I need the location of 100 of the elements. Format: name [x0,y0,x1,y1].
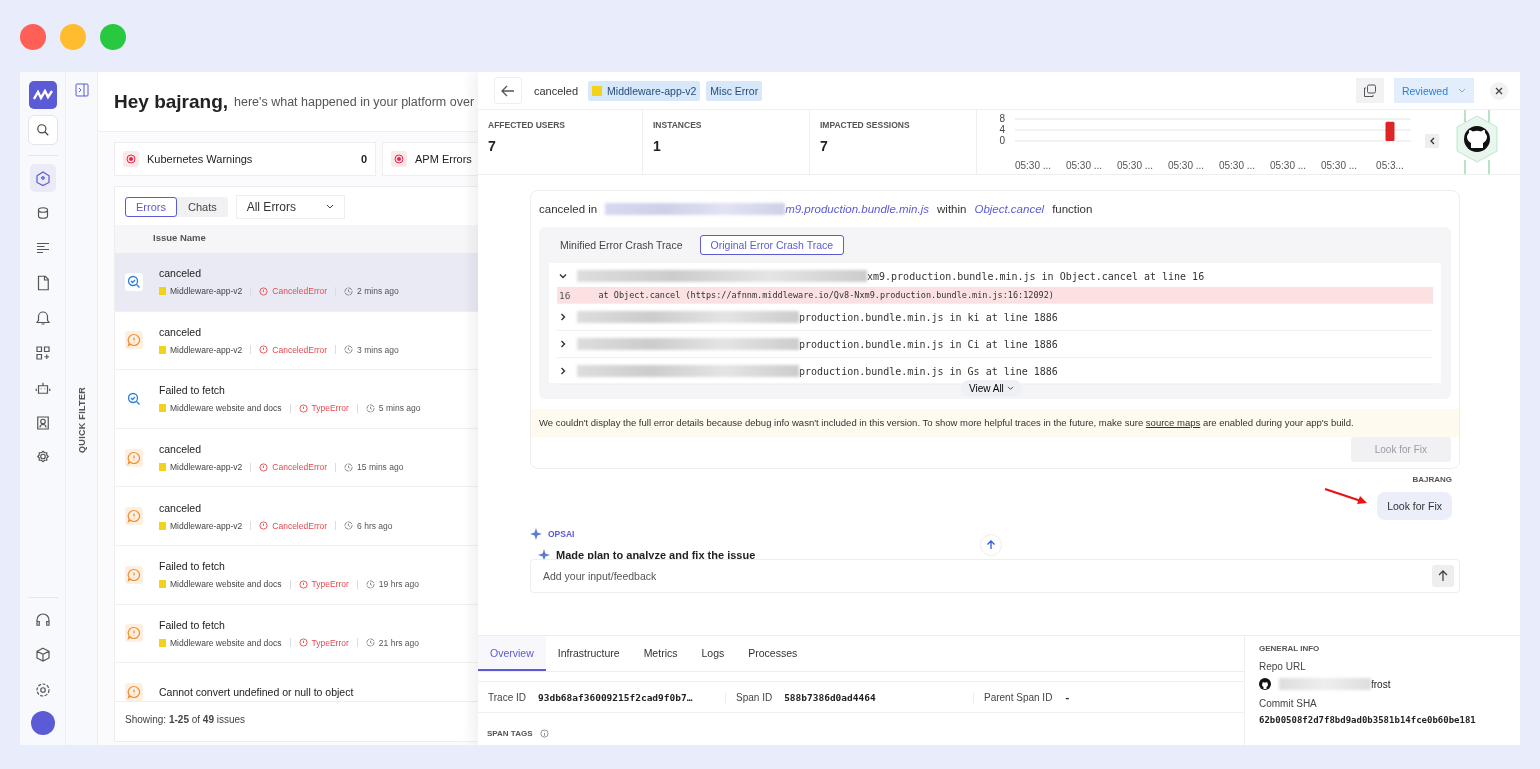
chevron-down-icon [1006,386,1014,391]
trace-tab[interactable]: Minified Error Crash Trace [549,235,694,255]
x-tick-label: 05:30 ... [1116,160,1154,171]
close-window-icon[interactable] [20,24,46,50]
issue-time: 6 hrs ago [357,520,393,531]
avatar-icon[interactable] [30,711,55,735]
view-all-button[interactable]: View All [961,380,1022,397]
error-filter-dropdown[interactable]: All Errors [235,195,346,219]
commit-sha: 62b00508f2d7f8bd9ad0b3581b14fce0b60be181 [1259,715,1477,725]
y-tick-label: 4 [999,124,1005,135]
js-file-icon [159,404,166,413]
issue-status-icon [125,507,143,526]
stat-label: AFFECTED USERS [488,120,566,130]
x-tick-label: 05:30 ... [1269,160,1307,171]
error-icon [259,521,269,531]
chevron-down-icon [326,204,335,210]
summary-card[interactable]: Kubernetes Warnings 0 [114,142,376,176]
arrow-up-icon [986,539,996,550]
id-label: Trace ID [488,691,526,703]
detail-tab[interactable]: Overview [478,636,546,671]
collapse-button[interactable] [1425,134,1439,148]
source-maps-link[interactable]: source maps [1145,417,1201,428]
chevron-right-icon[interactable] [559,367,567,375]
chevron-right-icon[interactable] [559,313,567,321]
back-button[interactable] [494,77,522,104]
summary-count: 0 [360,153,367,165]
status-dropdown[interactable]: Reviewed [1393,78,1474,103]
issue-time: 19 hrs ago [378,579,419,590]
arrow-left-icon [501,84,515,97]
notice-text: We couldn't display the full error details because debug info wasn't included in this version. To show more helpful traces in the future, make sure source maps are enabled during your app's build. [531,409,1459,437]
message-author: OPSAI [548,528,575,539]
stat-value: 7 [820,138,829,154]
clock-icon [344,462,354,472]
send-button[interactable] [1432,564,1454,587]
id-label: Span ID [736,691,773,703]
field-label: Repo URL [1259,661,1307,672]
x-tick-label: 05:30 ... [1014,160,1052,171]
error-icon [259,462,269,472]
chart-bar [1385,121,1395,141]
error-icon [298,579,308,589]
arrow-icon [1323,485,1370,506]
summary-label: APM Errors [415,153,472,165]
detail-tab[interactable]: Processes [736,636,810,671]
alert-icon [391,151,407,167]
error-icon [298,404,308,413]
id-value: 93db68af36009215f2cad9f0b7… [537,691,693,703]
id-value: 588b7386d0ad4464 [784,691,876,703]
x-tick-label: 05:30 ... [1167,160,1205,171]
pagination-summary: Showing: 1-25 of 49 issues [125,714,246,725]
logo-icon[interactable] [28,81,57,109]
js-file-icon [159,580,166,589]
issue-title: Cannot convert undefined or null to object [159,685,354,698]
detail-tab[interactable]: Logs [689,636,737,671]
issue-time: 5 mins ago [378,403,421,414]
copy-icon [1362,83,1377,98]
field-label: Commit SHA [1259,698,1318,709]
repo-url: frost [1371,678,1391,690]
js-file-icon [592,85,603,96]
error-type: CanceledError [272,344,328,355]
nav-icon[interactable] [29,164,56,192]
chevron-down-icon[interactable] [559,272,567,280]
clock-icon [344,286,354,296]
copy-button[interactable] [1355,78,1384,103]
quick-filter-label[interactable]: QUICK FILTER [76,387,87,453]
chevron-down-icon [1458,87,1466,94]
trace-tab[interactable]: Original Error Crash Trace [699,235,845,255]
issue-status-icon [125,272,143,291]
scroll-up-button[interactable] [980,533,1002,556]
app-name: Middleware website and docs [170,579,282,590]
close-button[interactable] [1490,81,1508,100]
message-author: BAJRANG [1412,474,1452,484]
clock-icon [365,638,375,648]
js-file-icon [159,638,166,647]
arrow-up-icon [1438,569,1448,582]
stat-value: 1 [653,138,662,154]
x-tick-label: 05:3... [1376,160,1404,171]
issue-row[interactable]: canceled Middleware-app-v2 CanceledError 2 mins ago [115,253,478,312]
feedback-input[interactable]: Add your input/feedback [530,558,1460,593]
issue-status-icon [125,331,143,350]
sidebar-toggle-icon[interactable] [74,83,89,97]
issue-status-icon [125,448,143,467]
stack-frame: production.bundle.min.js in ki at line 1886 [799,311,1058,323]
list-tab[interactable]: Errors [125,197,177,217]
summary-card[interactable]: APM Errors [382,142,478,176]
summary-label: Kubernetes Warnings [147,153,254,165]
sparkle-icon [530,527,542,540]
list-tab[interactable]: Chats [176,197,228,217]
detail-tab[interactable]: Metrics [631,636,690,671]
error-type: CanceledError [272,520,328,531]
detail-tab[interactable]: Infrastructure [545,636,632,671]
search-icon[interactable] [27,115,58,145]
file-name: m9.production.bundle.min.js [785,203,930,215]
section-title: SPAN TAGS [487,729,533,738]
greeting-title: Hey bajrang, [114,90,229,113]
issue-title: canceled [159,325,203,338]
summary-text: within [937,203,967,215]
github-icon [1259,678,1271,690]
chevron-right-icon[interactable] [559,340,567,348]
error-type: TypeError [311,579,349,590]
issue-status-icon [125,565,143,584]
